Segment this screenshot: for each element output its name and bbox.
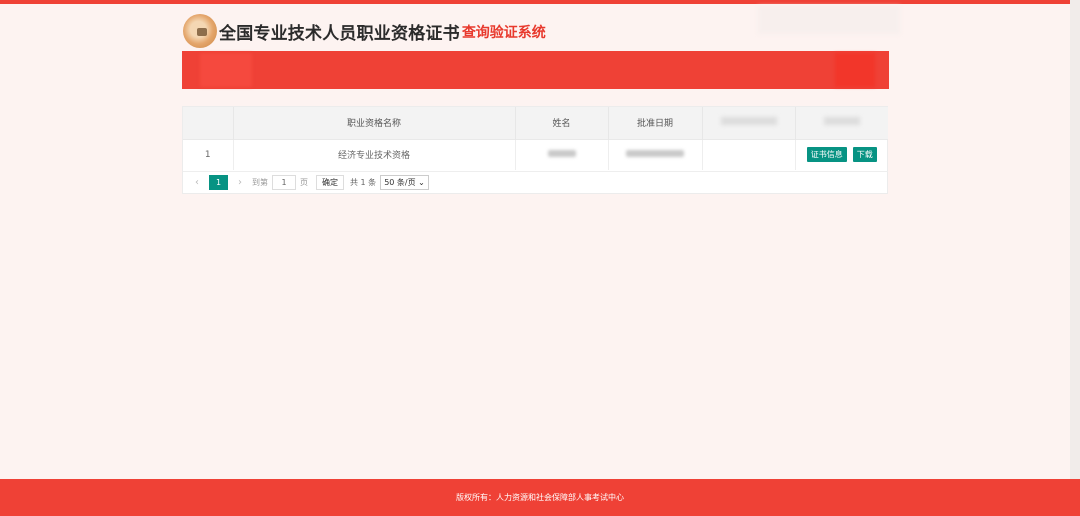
row-approval-date-redacted [608,138,703,170]
column-header-index [183,107,234,139]
pagination: ‹ 1 › 到第 1 页 确定 共 1 条 50 条/页 ⌄ [183,171,888,193]
results-panel: 职业资格名称 姓名 批准日期 1 经济专业技术资格 证书信息下载 ‹ 1 › [182,106,888,194]
row-actions: 证书信息 下载 [795,138,888,170]
banner-blurred-right [835,53,875,87]
row-blurred-cell [702,138,796,170]
top-accent-strip [0,0,1070,4]
goto-label: 到第 [252,178,268,187]
download-button[interactable]: 下载 [852,147,877,163]
logo-icon [183,14,217,48]
goto-confirm-button[interactable]: 确定 [316,175,344,190]
row-index: 1 [183,138,234,170]
page-size-value: 50 条/页 [384,178,416,187]
column-header-blurred [702,107,796,139]
banner [182,51,889,89]
goto-page-input[interactable]: 1 [272,175,296,190]
column-header-name: 姓名 [515,107,609,139]
chevron-down-icon: ⌄ [418,178,425,187]
table-header-row: 职业资格名称 姓名 批准日期 [183,107,888,139]
prev-page-chevron-icon[interactable]: ‹ [189,177,205,188]
site-subtitle: 查询验证系统 [461,25,546,41]
certificate-info-button[interactable]: 证书信息 [806,147,847,163]
column-header-actions-blurred [795,107,888,139]
scrollbar[interactable] [1070,0,1080,479]
column-header-qualification: 职业资格名称 [233,107,516,139]
row-name-redacted [515,138,609,170]
site-header: 全国专业技术人员职业资格证书 查询验证系统 [183,12,546,50]
footer-copyright: 版权所有：人力资源和社会保障部人事考试中心 [456,493,624,502]
row-qualification: 经济专业技术资格 [233,138,516,170]
blurred-top-right-region [758,6,900,34]
table-row: 1 经济专业技术资格 证书信息 下载 [183,138,888,170]
total-count: 共 1 条 [350,178,377,187]
page-unit-label: 页 [300,178,308,187]
footer: 版权所有：人力资源和社会保障部人事考试中心 [0,479,1080,516]
banner-blurred-left [200,53,252,87]
results-table: 职业资格名称 姓名 批准日期 1 经济专业技术资格 证书信息 下载 [183,107,888,170]
page-size-select[interactable]: 50 条/页 ⌄ [380,175,429,190]
page-button-current[interactable]: 1 [209,175,228,190]
column-header-approval-date: 批准日期 [608,107,703,139]
site-title: 全国专业技术人员职业资格证书 [219,23,460,44]
next-page-chevron-icon[interactable]: › [232,177,248,188]
